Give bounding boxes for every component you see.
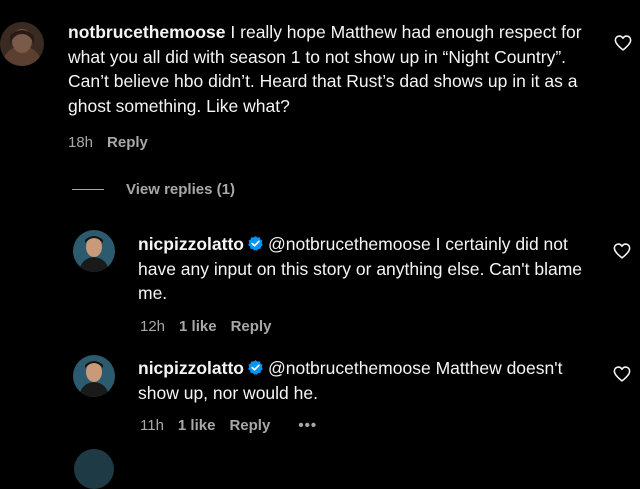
reply-button[interactable]: Reply bbox=[229, 417, 270, 434]
comment-meta: 18h Reply bbox=[68, 134, 164, 151]
reply-body: nicpizzolatto @notbrucethemoose Matthew d… bbox=[138, 356, 608, 405]
heart-outline-icon[interactable] bbox=[614, 35, 632, 51]
reply-meta: 12h 1 like Reply bbox=[140, 318, 287, 335]
timestamp: 18h bbox=[68, 134, 94, 151]
verified-badge-icon bbox=[248, 360, 263, 375]
likes-count[interactable]: 1 like bbox=[179, 318, 217, 335]
more-options-icon[interactable]: ••• bbox=[298, 417, 317, 434]
mention-link[interactable]: @notbrucethemoose bbox=[268, 234, 431, 254]
verified-badge-icon bbox=[248, 236, 263, 251]
reply-body: nicpizzolatto @notbrucethemoose I certain… bbox=[138, 232, 608, 306]
timestamp: 12h bbox=[140, 318, 166, 335]
timestamp: 11h bbox=[140, 417, 164, 434]
avatar-partial bbox=[74, 449, 114, 489]
reply-button[interactable]: Reply bbox=[107, 134, 148, 151]
likes-count[interactable]: 1 like bbox=[178, 417, 216, 434]
avatar[interactable] bbox=[73, 230, 115, 272]
view-replies-button[interactable]: View replies (1) bbox=[72, 181, 235, 198]
heart-outline-icon[interactable] bbox=[613, 243, 631, 259]
heart-outline-icon[interactable] bbox=[613, 366, 631, 382]
mention-link[interactable]: @notbrucethemoose bbox=[268, 358, 431, 378]
username-link[interactable]: notbrucethemoose bbox=[68, 22, 226, 42]
reply-meta: 11h 1 like Reply ••• bbox=[140, 417, 333, 434]
avatar[interactable] bbox=[73, 355, 115, 397]
username-link[interactable]: nicpizzolatto bbox=[138, 234, 244, 254]
avatar[interactable] bbox=[0, 22, 44, 66]
reply-button[interactable]: Reply bbox=[231, 318, 272, 335]
username-link[interactable]: nicpizzolatto bbox=[138, 358, 244, 378]
divider-line bbox=[72, 189, 104, 190]
view-replies-label: View replies (1) bbox=[126, 181, 235, 198]
comment-body: notbrucethemoose I really hope Matthew h… bbox=[68, 20, 608, 118]
